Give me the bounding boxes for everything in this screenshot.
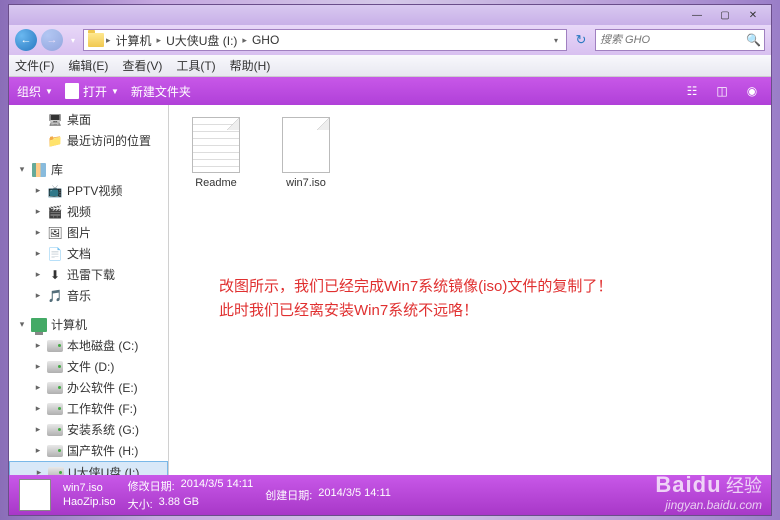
tree-documents[interactable]: ▸📄文档 <box>9 243 168 264</box>
status-mod-date: 2014/3/5 14:11 <box>181 478 254 494</box>
breadcrumb-drive[interactable]: U大侠U盘 (I:) <box>163 32 240 49</box>
status-size: 3.88 GB <box>159 496 199 512</box>
back-button[interactable]: ← <box>15 29 37 51</box>
status-filename: win7.iso <box>63 482 103 494</box>
tree-drive-i[interactable]: ▸U大侠U盘 (I:) <box>9 461 168 475</box>
breadcrumb-computer[interactable]: 计算机 <box>113 32 155 49</box>
folder-icon <box>88 33 104 47</box>
chevron-down-icon: ▼ <box>111 87 119 96</box>
nav-history-dropdown[interactable]: ▾ <box>67 30 79 50</box>
toolbar: 组织 ▼ 打开 ▼ 新建文件夹 ☷ ◫ ◉ <box>9 77 771 105</box>
file-label: Readme <box>195 177 237 189</box>
file-readme[interactable]: Readme <box>181 117 251 189</box>
breadcrumb-sep[interactable]: ▸ <box>157 35 162 46</box>
search-input[interactable] <box>600 34 746 46</box>
tree-music[interactable]: ▸🎵音乐 <box>9 285 168 306</box>
refresh-button[interactable]: ↻ <box>571 30 591 50</box>
tree-thunder[interactable]: ▸⬇迅雷下载 <box>9 264 168 285</box>
preview-pane-button[interactable]: ◫ <box>711 82 733 100</box>
breadcrumb-sep[interactable]: ▸ <box>242 35 247 46</box>
chevron-down-icon: ▼ <box>45 87 53 96</box>
status-mod-label: 修改日期: <box>128 478 175 494</box>
navigation-pane[interactable]: 🖥桌面 📁最近访问的位置 ▾库 ▸📺PPTV视频 ▸🎬视频 ▸🖼图片 ▸📄文档 … <box>9 105 169 475</box>
address-bar: ← → ▾ ▸ 计算机 ▸ U大侠U盘 (I:) ▸ GHO ▾ ↻ 🔍 <box>9 25 771 55</box>
menu-file[interactable]: 文件(F) <box>15 57 54 74</box>
breadcrumb-folder[interactable]: GHO <box>249 33 282 47</box>
open-button[interactable]: 打开 ▼ <box>65 83 119 100</box>
minimize-button[interactable]: — <box>683 7 711 23</box>
iso-file-icon <box>282 117 330 173</box>
forward-button[interactable]: → <box>41 29 63 51</box>
status-filetype: HaoZip.iso <box>63 496 116 508</box>
open-label: 打开 <box>83 83 107 100</box>
tree-pptv[interactable]: ▸📺PPTV视频 <box>9 180 168 201</box>
status-create-label: 创建日期: <box>265 487 312 503</box>
tree-drive-f[interactable]: ▸工作软件 (F:) <box>9 398 168 419</box>
title-bar: — ▢ ✕ <box>9 5 771 25</box>
tree-desktop[interactable]: 🖥桌面 <box>9 109 168 130</box>
tree-video[interactable]: ▸🎬视频 <box>9 201 168 222</box>
tree-pictures[interactable]: ▸🖼图片 <box>9 222 168 243</box>
view-options-button[interactable]: ☷ <box>681 82 703 100</box>
file-label: win7.iso <box>286 177 326 189</box>
menu-bar: 文件(F) 编辑(E) 查看(V) 工具(T) 帮助(H) <box>9 55 771 77</box>
breadcrumb-sep[interactable]: ▸ <box>106 35 111 46</box>
annotation-text: 改图所示，我们已经完成Win7系统镜像(iso)文件的复制了！ 此时我们已经离安… <box>219 275 612 323</box>
menu-tools[interactable]: 工具(T) <box>176 57 215 74</box>
tree-drive-h[interactable]: ▸国产软件 (H:) <box>9 440 168 461</box>
status-file-icon <box>19 479 51 511</box>
maximize-button[interactable]: ▢ <box>711 7 739 23</box>
tree-drive-g[interactable]: ▸安装系统 (G:) <box>9 419 168 440</box>
organize-button[interactable]: 组织 ▼ <box>17 83 53 100</box>
search-box[interactable]: 🔍 <box>595 29 765 51</box>
status-size-label: 大小: <box>128 496 153 512</box>
tree-drive-d[interactable]: ▸文件 (D:) <box>9 356 168 377</box>
menu-view[interactable]: 查看(V) <box>122 57 162 74</box>
breadcrumb-bar[interactable]: ▸ 计算机 ▸ U大侠U盘 (I:) ▸ GHO ▾ <box>83 29 567 51</box>
menu-edit[interactable]: 编辑(E) <box>68 57 108 74</box>
menu-help[interactable]: 帮助(H) <box>230 57 271 74</box>
close-button[interactable]: ✕ <box>739 7 767 23</box>
content-area: 🖥桌面 📁最近访问的位置 ▾库 ▸📺PPTV视频 ▸🎬视频 ▸🖼图片 ▸📄文档 … <box>9 105 771 475</box>
help-button[interactable]: ◉ <box>741 82 763 100</box>
file-list-area[interactable]: Readme win7.iso 改图所示，我们已经完成Win7系统镜像(iso)… <box>169 105 771 475</box>
organize-label: 组织 <box>17 83 41 100</box>
tree-recent[interactable]: 📁最近访问的位置 <box>9 130 168 151</box>
file-icon <box>65 83 79 99</box>
new-folder-button[interactable]: 新建文件夹 <box>131 83 191 100</box>
tree-computer[interactable]: ▾计算机 <box>9 314 168 335</box>
file-win7-iso[interactable]: win7.iso <box>271 117 341 189</box>
address-dropdown[interactable]: ▾ <box>550 36 562 45</box>
tree-library[interactable]: ▾库 <box>9 159 168 180</box>
status-bar: win7.iso HaoZip.iso 修改日期: 2014/3/5 14:11… <box>9 475 771 515</box>
search-icon: 🔍 <box>746 33 760 47</box>
status-create-date: 2014/3/5 14:11 <box>318 487 391 503</box>
explorer-window: — ▢ ✕ ← → ▾ ▸ 计算机 ▸ U大侠U盘 (I:) ▸ GHO ▾ ↻… <box>8 4 772 516</box>
tree-drive-e[interactable]: ▸办公软件 (E:) <box>9 377 168 398</box>
tree-drive-c[interactable]: ▸本地磁盘 (C:) <box>9 335 168 356</box>
text-file-icon <box>192 117 240 173</box>
